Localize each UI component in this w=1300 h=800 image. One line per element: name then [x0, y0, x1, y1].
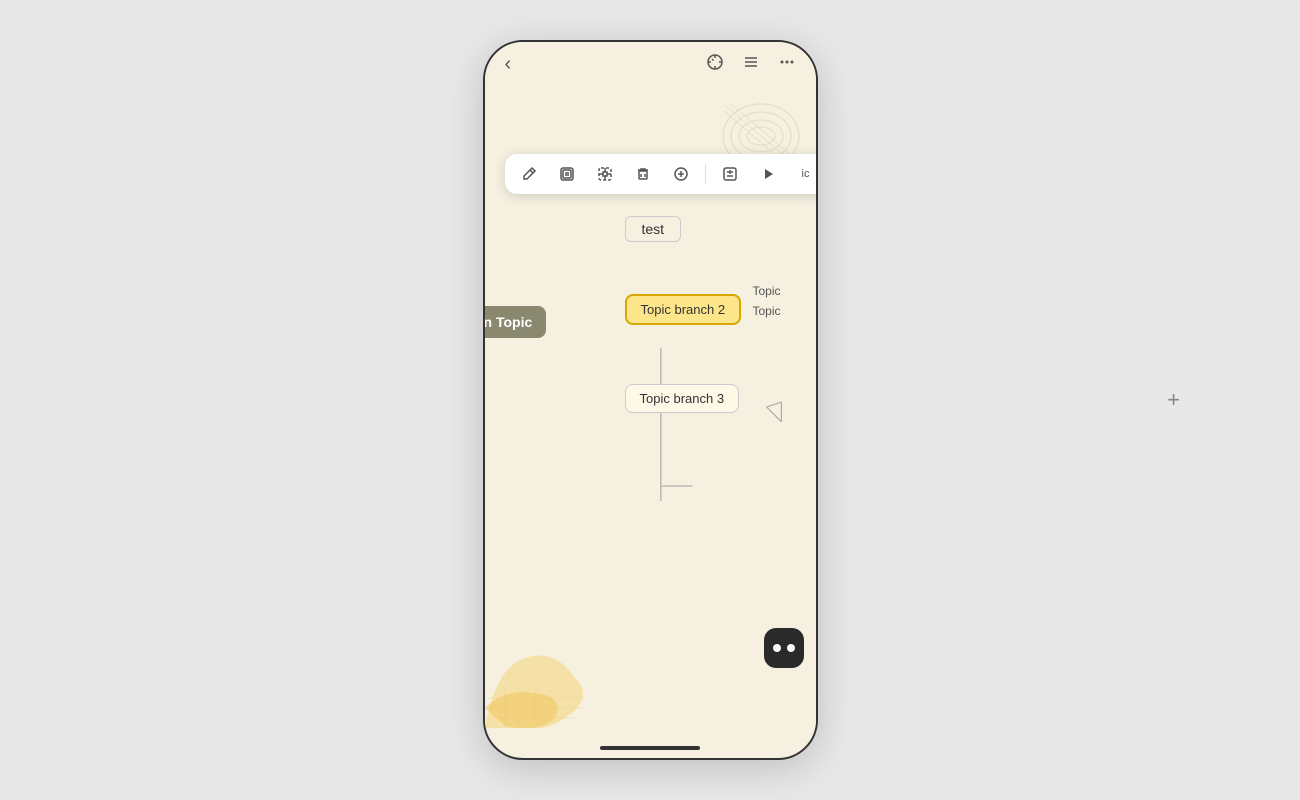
canvas-add-icon[interactable]: + [1167, 387, 1180, 413]
add-button[interactable] [667, 160, 695, 188]
branch3-node[interactable]: Topic branch 3 [625, 384, 740, 413]
more-options-icon[interactable] [778, 53, 796, 76]
cursor-icon[interactable] [706, 53, 724, 76]
ai-bot-button[interactable] [764, 628, 804, 668]
branch2-label: Topic branch 2 [625, 294, 742, 325]
main-topic-node[interactable]: n Topic [485, 306, 547, 338]
branch3-label: Topic branch 3 [625, 384, 740, 413]
canvas-area[interactable]: test n Topic Topic branch 2 Topic Topic … [485, 86, 816, 728]
sub-node-2[interactable]: Topic [753, 304, 781, 318]
root-node-label: test [625, 216, 682, 242]
delete-button[interactable] [629, 160, 657, 188]
floating-toolbar: ic [505, 154, 816, 194]
main-topic-label: n Topic [485, 306, 547, 338]
move-button[interactable] [591, 160, 619, 188]
text-button[interactable] [716, 160, 744, 188]
background-blob [485, 608, 625, 728]
play-button[interactable] [754, 160, 782, 188]
list-icon[interactable] [742, 53, 760, 76]
top-nav-bar: ‹ [485, 42, 816, 86]
sub-node-1[interactable]: Topic [753, 284, 781, 298]
more-toolbar-button[interactable]: ic [792, 160, 816, 188]
phone-frame: ‹ [483, 40, 818, 760]
back-button[interactable]: ‹ [505, 53, 512, 76]
toolbar-divider [705, 164, 706, 184]
ai-eye-left [773, 644, 781, 652]
layers-button[interactable] [553, 160, 581, 188]
branch2-node[interactable]: Topic branch 2 [625, 294, 742, 325]
home-indicator [600, 746, 700, 750]
top-icons [706, 53, 796, 76]
ai-eye-right [787, 644, 795, 652]
root-node[interactable]: test [625, 216, 682, 242]
ai-bot-eyes [773, 644, 795, 652]
pencil-button[interactable] [515, 160, 543, 188]
